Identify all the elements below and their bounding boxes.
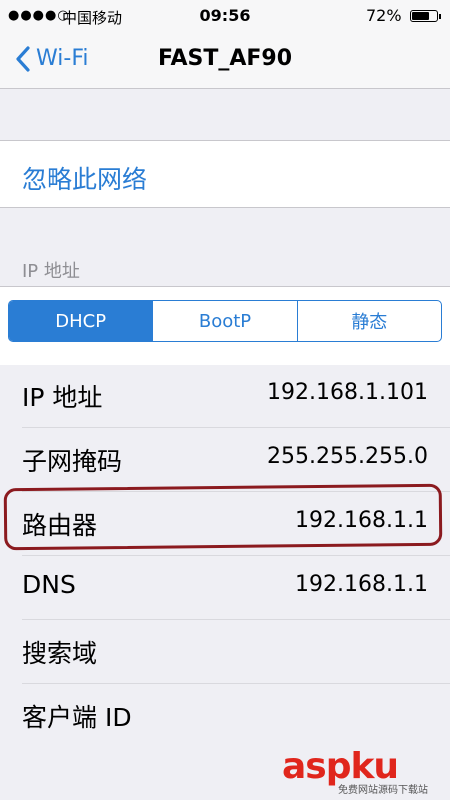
row-label: IP 地址 (22, 383, 103, 412)
ip-mode-segmented-control[interactable]: DHCP BootP 静态 (8, 300, 442, 342)
battery-fill (412, 12, 429, 20)
row-label: 客户端 ID (22, 703, 132, 732)
battery-icon (410, 10, 438, 22)
row-value: 192.168.1.1 (295, 572, 428, 597)
row-value: 255.255.255.0 (267, 444, 428, 469)
segment-static[interactable]: 静态 (296, 301, 441, 341)
row-subnet-mask: 子网掩码 255.255.255.0 (0, 428, 450, 492)
row-label: DNS (22, 570, 76, 599)
router-highlight-annotation (3, 483, 443, 551)
row-search-domain[interactable]: 搜索域 (0, 620, 450, 684)
segment-bootp[interactable]: BootP (152, 301, 296, 341)
row-client-id[interactable]: 客户端 ID (0, 684, 450, 748)
row-value: 192.168.1.101 (267, 380, 428, 405)
row-label: 子网掩码 (22, 447, 123, 476)
watermark-subtext: 免费网站源码下载站 (338, 785, 428, 796)
page-title: FAST_AF90 (157, 46, 293, 71)
row-ip-address: IP 地址 192.168.1.101 (0, 364, 450, 428)
segment-dhcp[interactable]: DHCP (9, 301, 153, 341)
battery-percent: 72% (366, 6, 402, 25)
section-header-ip: IP 地址 (22, 261, 80, 282)
row-label: 搜索域 (22, 639, 98, 668)
row-dns[interactable]: DNS 192.168.1.1 (0, 556, 450, 620)
forget-network-button[interactable]: 忽略此网络 (22, 160, 147, 196)
battery-cap (439, 14, 441, 19)
